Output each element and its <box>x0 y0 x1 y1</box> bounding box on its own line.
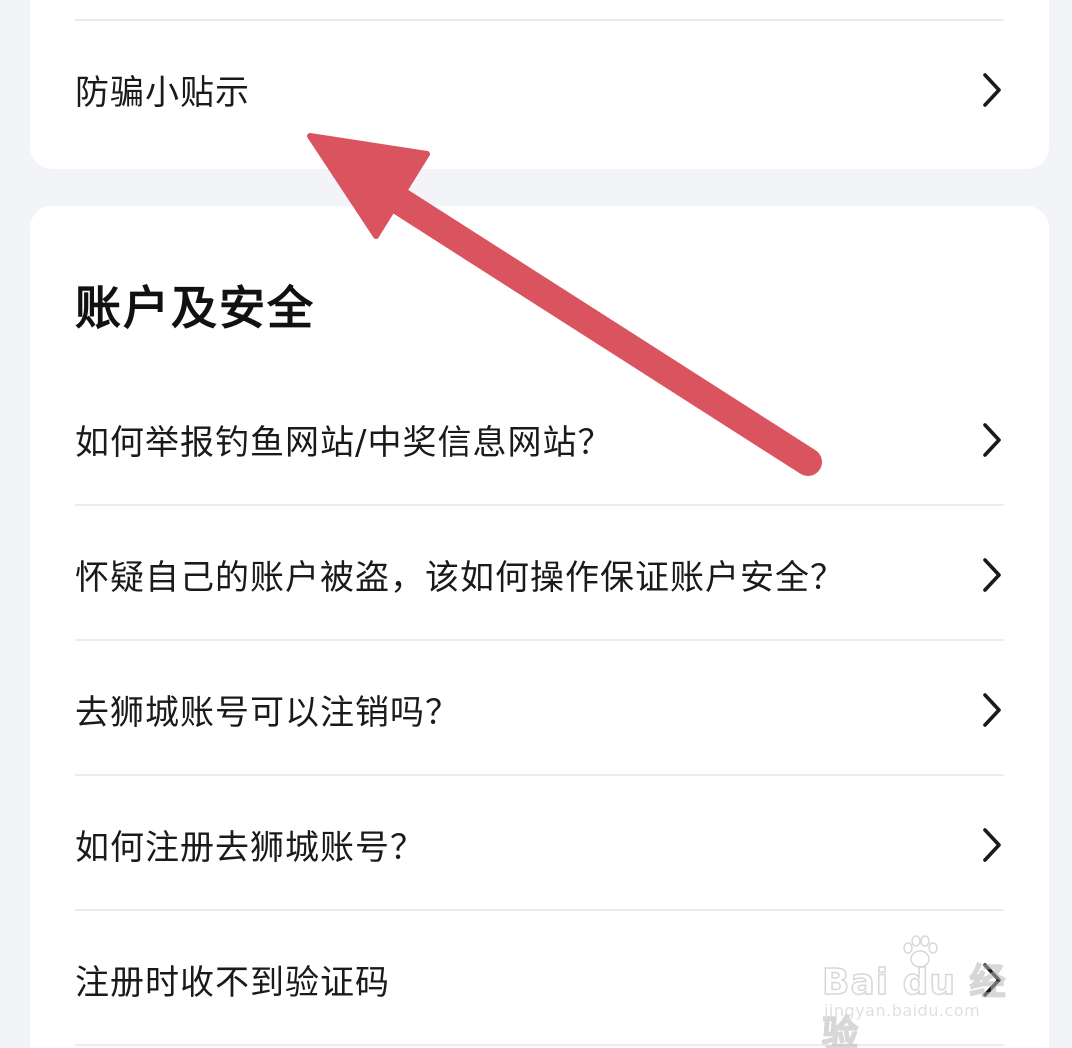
chevron-right-icon <box>983 557 1001 592</box>
list-item-label: 去狮城账号可以注销吗？ <box>75 693 460 733</box>
divider <box>75 774 1004 776</box>
divider <box>75 19 1004 21</box>
screen: 防骗小贴示 账户及安全 如何举报钓鱼网站/中奖信息网站？ 怀疑自己的账户被盗，该… <box>0 0 1072 1048</box>
list-item-label: 如何注册去狮城账号？ <box>75 828 425 868</box>
chevron-right-icon <box>983 72 1001 107</box>
chevron-right-icon <box>983 422 1001 457</box>
list-item-register-account[interactable]: 如何注册去狮城账号？ <box>75 777 1004 912</box>
divider <box>75 504 1004 506</box>
list-item-cancel-account[interactable]: 去狮城账号可以注销吗？ <box>75 642 1004 777</box>
chevron-right-icon <box>983 827 1001 862</box>
list-item-label: 注册时收不到验证码 <box>75 963 390 1003</box>
divider <box>75 909 1004 911</box>
list-item-label: 怀疑自己的账户被盗，该如何操作保证账户安全？ <box>75 558 845 598</box>
top-card: 防骗小贴示 <box>30 0 1049 169</box>
chevron-right-icon <box>983 692 1001 727</box>
chevron-right-icon <box>983 962 1001 997</box>
account-security-card: 账户及安全 如何举报钓鱼网站/中奖信息网站？ 怀疑自己的账户被盗，该如何操作保证… <box>30 206 1049 1048</box>
list-item-no-verification-code[interactable]: 注册时收不到验证码 <box>75 912 1004 1047</box>
list-item-account-stolen[interactable]: 怀疑自己的账户被盗，该如何操作保证账户安全？ <box>75 507 1004 642</box>
list-item-anti-fraud-tips[interactable]: 防骗小贴示 <box>75 22 1004 157</box>
section-title: 账户及安全 <box>75 281 315 335</box>
list-item-label: 防骗小贴示 <box>75 73 250 113</box>
list-item-report-phishing[interactable]: 如何举报钓鱼网站/中奖信息网站？ <box>75 372 1004 507</box>
divider <box>75 1044 1004 1046</box>
divider <box>75 639 1004 641</box>
list-item-label: 如何举报钓鱼网站/中奖信息网站？ <box>75 423 613 463</box>
